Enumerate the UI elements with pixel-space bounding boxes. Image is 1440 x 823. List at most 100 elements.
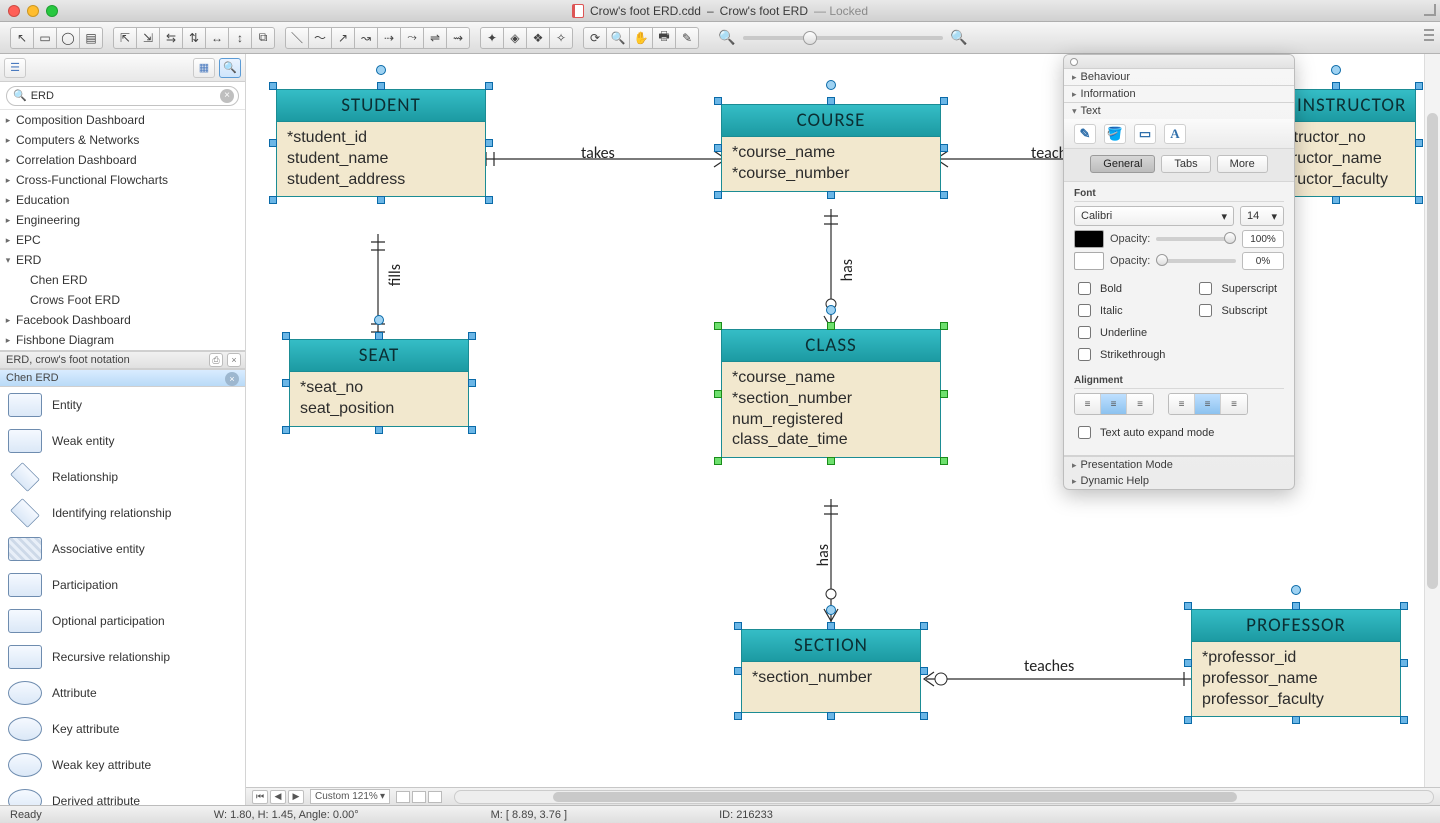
inspector-panel[interactable]: ▸Behaviour ▸Information ▸Text ✎ 🪣 ▭ A Ge…	[1063, 54, 1295, 490]
print-button[interactable]: 🖶	[652, 27, 676, 49]
text-tool-button[interactable]: ▤	[79, 27, 103, 49]
entity-course[interactable]: COURSE *course_name *course_number	[721, 104, 941, 192]
next-page-icon[interactable]: ▶	[288, 790, 304, 804]
shape-recursive-relationship[interactable]: Recursive relationship	[0, 639, 245, 675]
font-size-select[interactable]: 14▾	[1240, 206, 1284, 226]
tab-tabs[interactable]: Tabs	[1161, 155, 1210, 173]
text-tool-fill-icon[interactable]: 🪣	[1104, 124, 1126, 144]
entity-seat[interactable]: SEAT *seat_no seat_position	[289, 339, 469, 427]
pin-icon[interactable]: ⎙	[209, 353, 223, 367]
entity-student[interactable]: STUDENT *student_id student_name student…	[276, 89, 486, 197]
connector-2-button[interactable]: 〜	[308, 27, 332, 49]
section-presentation-mode[interactable]: ▸Presentation Mode	[1064, 457, 1294, 473]
refresh-button[interactable]: ⟳	[583, 27, 607, 49]
open-library-crows-foot[interactable]: ERD, crow's foot notation ⎙×	[0, 351, 245, 369]
relationship-label-has[interactable]: has	[838, 259, 857, 281]
panel-pin-icon[interactable]	[1070, 58, 1078, 66]
sidebar-search-toggle-button[interactable]: 🔍	[219, 58, 241, 78]
check-subscript[interactable]: Subscript	[1195, 301, 1277, 320]
tree-item-erd[interactable]: ▾ERD	[0, 250, 245, 270]
clear-search-icon[interactable]: ×	[220, 89, 234, 103]
tree-item[interactable]: ▸Education	[0, 190, 245, 210]
text-tool-font-icon[interactable]: A	[1164, 124, 1186, 144]
entity-section[interactable]: SECTION *section_number	[741, 629, 921, 713]
window-zoom-button[interactable]	[46, 5, 58, 17]
rectangle-tool-button[interactable]: ▭	[33, 27, 57, 49]
relationship-label-takes[interactable]: takes	[581, 144, 615, 163]
tree-item[interactable]: ▸Computers & Networks	[0, 130, 245, 150]
tab-general[interactable]: General	[1090, 155, 1155, 173]
align-5-button[interactable]: ↔	[205, 27, 229, 49]
close-lib-icon[interactable]: ×	[225, 372, 239, 386]
tree-item[interactable]: ▸Composition Dashboard	[0, 110, 245, 130]
layout-view-1-button[interactable]	[396, 791, 410, 803]
check-text-auto-expand[interactable]: Text auto expand mode	[1074, 423, 1284, 442]
window-minimize-button[interactable]	[27, 5, 39, 17]
connector-5-button[interactable]: ⇢	[377, 27, 401, 49]
text-tool-box-icon[interactable]: ▭	[1134, 124, 1156, 144]
section-text[interactable]: ▸Text	[1064, 103, 1294, 119]
connector-1-button[interactable]: ＼	[285, 27, 309, 49]
connector-8-button[interactable]: ⇝	[446, 27, 470, 49]
layout-view-2-button[interactable]	[412, 791, 426, 803]
first-page-icon[interactable]: ⏮	[252, 790, 268, 804]
shape-optional-participation[interactable]: Optional participation	[0, 603, 245, 639]
shape-attribute[interactable]: Attribute	[0, 675, 245, 711]
align-center-button[interactable]: ≡	[1101, 394, 1127, 414]
connector-6-button[interactable]: ⤳	[400, 27, 424, 49]
text-tool-pen-icon[interactable]: ✎	[1074, 124, 1096, 144]
bg-opacity-slider[interactable]	[1156, 259, 1236, 263]
shape-identifying-relationship[interactable]: Identifying relationship	[0, 495, 245, 531]
zoom-in-icon[interactable]: 🔍	[951, 30, 967, 46]
check-strikethrough[interactable]: Strikethrough	[1074, 345, 1165, 364]
tree-item[interactable]: ▸EPC	[0, 230, 245, 250]
close-lib-icon[interactable]: ×	[227, 353, 241, 367]
chart-1-button[interactable]: ✦	[480, 27, 504, 49]
align-1-button[interactable]: ⇱	[113, 27, 137, 49]
align-middle-button[interactable]: ≡	[1195, 394, 1221, 414]
chart-2-button[interactable]: ◈	[503, 27, 527, 49]
chart-4-button[interactable]: ✧	[549, 27, 573, 49]
align-6-button[interactable]: ↕	[228, 27, 252, 49]
align-7-button[interactable]: ⧉	[251, 27, 275, 49]
shape-associative-entity[interactable]: Associative entity	[0, 531, 245, 567]
canvas-horizontal-scrollbar[interactable]	[454, 790, 1434, 804]
text-opacity-value[interactable]: 100%	[1242, 230, 1284, 248]
window-close-button[interactable]	[8, 5, 20, 17]
relationship-label-teaches[interactable]: teaches	[1024, 657, 1074, 676]
shape-participation[interactable]: Participation	[0, 567, 245, 603]
tree-item[interactable]: ▸Facebook Dashboard	[0, 310, 245, 330]
toolbar-overflow-icon[interactable]	[1424, 29, 1434, 41]
connector-4-button[interactable]: ↝	[354, 27, 378, 49]
prev-page-icon[interactable]: ◀	[270, 790, 286, 804]
section-information[interactable]: ▸Information	[1064, 86, 1294, 102]
bg-color-swatch[interactable]	[1074, 252, 1104, 270]
sidebar-tree-view-button[interactable]: ☰	[4, 58, 26, 78]
check-underline[interactable]: Underline	[1074, 323, 1165, 342]
tab-more[interactable]: More	[1217, 155, 1268, 173]
pointer-tool-button[interactable]: ↖	[10, 27, 34, 49]
tree-item[interactable]: ▸Engineering	[0, 210, 245, 230]
relationship-label-has[interactable]: has	[814, 544, 833, 566]
align-3-button[interactable]: ⇆	[159, 27, 183, 49]
shape-derived-attribute[interactable]: Derived attribute	[0, 783, 245, 805]
tree-item[interactable]: ▸Correlation Dashboard	[0, 150, 245, 170]
bg-opacity-value[interactable]: 0%	[1242, 252, 1284, 270]
shape-key-attribute[interactable]: Key attribute	[0, 711, 245, 747]
open-library-chen-erd[interactable]: Chen ERD ×	[0, 369, 245, 387]
ellipse-tool-button[interactable]: ◯	[56, 27, 80, 49]
library-search-input[interactable]: 🔍 ERD ×	[6, 86, 239, 106]
tree-item-chen-erd[interactable]: Chen ERD	[0, 270, 245, 290]
text-opacity-slider[interactable]	[1156, 237, 1236, 241]
pan-tool-button[interactable]: ✋	[629, 27, 653, 49]
align-2-button[interactable]: ⇲	[136, 27, 160, 49]
page-tab-controls[interactable]: ⏮ ◀ ▶	[252, 790, 304, 804]
section-behaviour[interactable]: ▸Behaviour	[1064, 69, 1294, 85]
section-dynamic-help[interactable]: ▸Dynamic Help	[1064, 473, 1294, 489]
canvas-vertical-scrollbar[interactable]	[1424, 54, 1440, 787]
edit-tool-button[interactable]: ✎	[675, 27, 699, 49]
shape-weak-entity[interactable]: Weak entity	[0, 423, 245, 459]
zoom-slider[interactable]: 🔍 🔍	[719, 30, 967, 46]
tree-item[interactable]: ▸Fishbone Diagram	[0, 330, 245, 350]
shape-weak-key-attribute[interactable]: Weak key attribute	[0, 747, 245, 783]
